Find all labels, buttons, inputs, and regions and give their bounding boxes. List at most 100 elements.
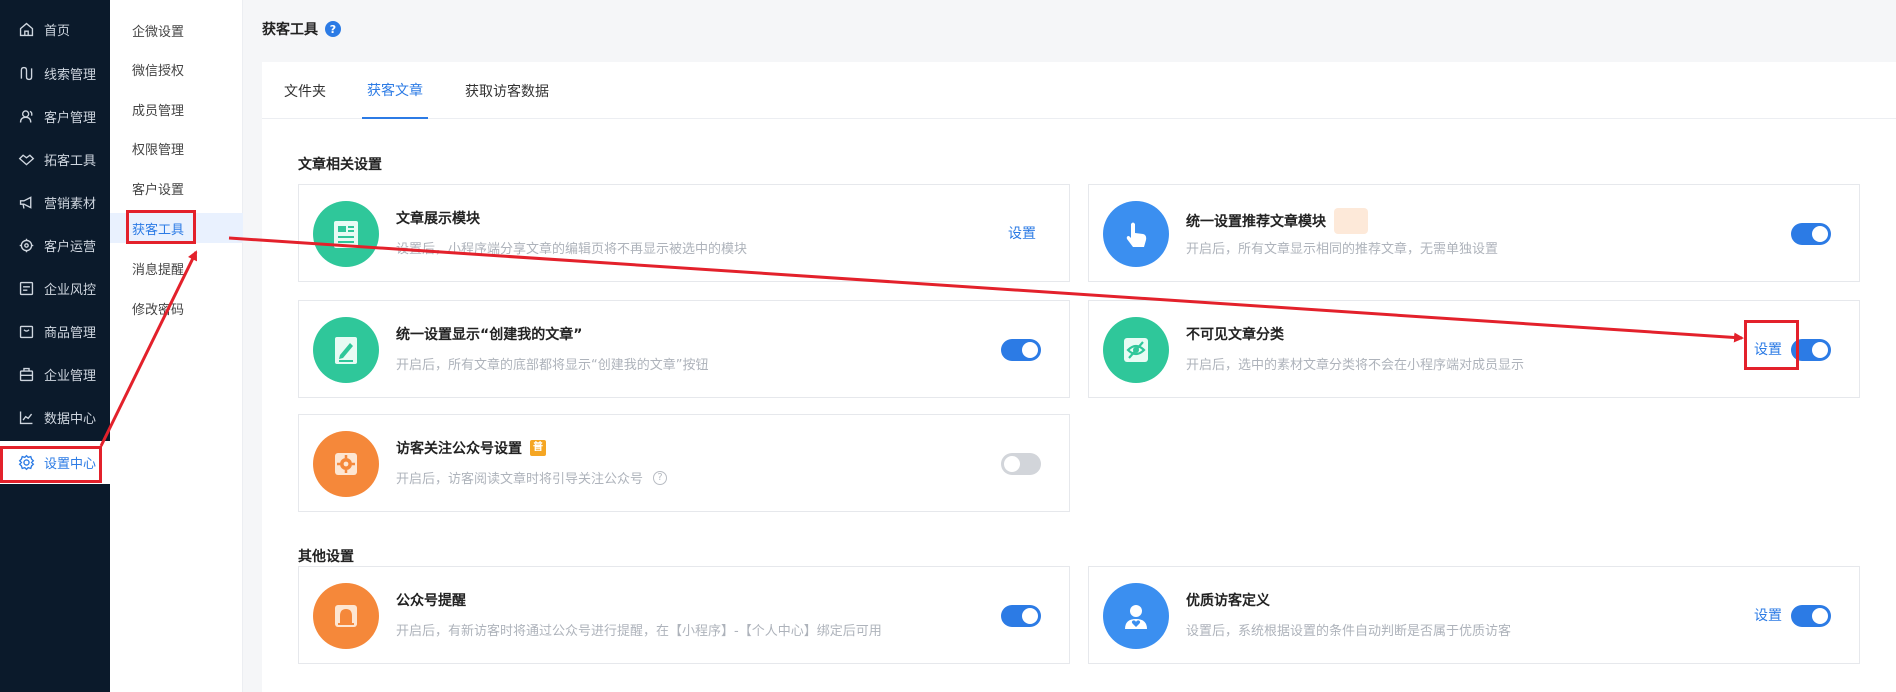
card-description: 开启后，所有文章的底部都将显示“创建我的文章”按钮 [396, 358, 709, 373]
blurred-badge [1334, 208, 1368, 234]
card-description: 开启后，有新访客时将通过公众号进行提醒，在【小程序】-【个人中心】绑定后可用 [396, 624, 882, 639]
card-description: 设置后，系统根据设置的条件自动判断是否属于优质访客 [1186, 624, 1512, 639]
gear-icon [16, 453, 36, 473]
card-recommend-module: 统一设置推荐文章模块 开启后，所有文章显示相同的推荐文章，无需单独设置 [1088, 184, 1860, 282]
card-follow-official: 访客关注公众号设置 普 开启后，访客阅读文章时将引导关注公众号 ? [298, 414, 1070, 512]
follow-official-toggle[interactable] [1001, 453, 1041, 475]
clue-icon [16, 64, 36, 84]
sidebar-item-customers[interactable]: 客户管理 [0, 95, 110, 138]
premium-tag: 普 [530, 440, 546, 456]
main-sidebar: 首页 线索管理 客户管理 拓客工具 营销素材 客户运营 企业风控 商品管理 企业… [0, 0, 110, 692]
invisible-category-settings-link[interactable]: 设置 [1754, 339, 1782, 359]
settings-submenu: 企微设置 微信授权 成员管理 权限管理 客户设置 获客工具 消息提醒 修改密码 [110, 0, 243, 692]
toggle-knob [1812, 342, 1828, 358]
sidebar-item-materials[interactable]: 营销素材 [0, 181, 110, 224]
main-panel: 文件夹 获客文章 获取访客数据 文章相关设置 文章展示模块 设置后，小程序端分享… [262, 62, 1896, 692]
sidebar-item-home[interactable]: 首页 [0, 8, 110, 51]
question-icon[interactable]: ? [653, 470, 668, 485]
card-title: 不可见文章分类 [1186, 327, 1284, 343]
tab-visitor-data[interactable]: 获取访客数据 [465, 62, 549, 119]
megaphone-icon [16, 193, 36, 213]
toggle-knob [1022, 608, 1038, 624]
section-title-article: 文章相关设置 [298, 157, 382, 173]
sidebar-item-data[interactable]: 数据中心 [0, 396, 110, 439]
official-remind-toggle[interactable] [1001, 605, 1041, 627]
card-title-row: 统一设置推荐文章模块 [1186, 208, 1368, 234]
submenu-item-change-password[interactable]: 修改密码 [110, 293, 243, 323]
card-quality-visitor: 优质访客定义 设置后，系统根据设置的条件自动判断是否属于优质访客 设置 [1088, 566, 1860, 664]
tab-bar: 文件夹 获客文章 获取访客数据 [262, 62, 1896, 119]
quality-visitor-toggle[interactable] [1791, 605, 1831, 627]
toggle-knob [1812, 226, 1828, 242]
submenu-item-wecom[interactable]: 企微设置 [110, 15, 243, 45]
sidebar-item-label: 客户运营 [44, 240, 97, 255]
section-title-other: 其他设置 [298, 549, 354, 565]
card-title: 公众号提醒 [396, 593, 466, 609]
sidebar-item-label: 首页 [44, 24, 71, 39]
card-title: 统一设置推荐文章模块 [1186, 214, 1326, 230]
submenu-item-members[interactable]: 成员管理 [110, 94, 243, 124]
bell-icon [313, 583, 379, 649]
sidebar-item-clues[interactable]: 线索管理 [0, 52, 110, 95]
recommend-module-toggle[interactable] [1791, 223, 1831, 245]
gear-badge-icon [313, 431, 379, 497]
sidebar-item-label: 客户管理 [44, 111, 97, 126]
toggle-knob [1004, 456, 1020, 472]
sidebar-item-label: 数据中心 [44, 412, 97, 427]
help-icon[interactable]: ? [325, 21, 341, 37]
user-heart-icon [1103, 583, 1169, 649]
card-description-row: 开启后，访客阅读文章时将引导关注公众号 ? [396, 468, 668, 487]
card-description: 开启后，访客阅读文章时将引导关注公众号 [396, 472, 644, 487]
operations-icon [16, 236, 36, 256]
sidebar-item-settings[interactable]: 设置中心 [0, 441, 110, 484]
sidebar-item-label: 商品管理 [44, 326, 97, 341]
display-module-settings-link[interactable]: 设置 [1008, 223, 1036, 243]
card-title-row: 访客关注公众号设置 普 [396, 438, 546, 458]
card-title: 优质访客定义 [1186, 593, 1270, 609]
card-display-module: 文章展示模块 设置后，小程序端分享文章的编辑页将不再显示被选中的模块 设置 [298, 184, 1070, 282]
card-description: 开启后，选中的素材文章分类将不会在小程序端对成员显示 [1186, 358, 1525, 373]
tab-folder[interactable]: 文件夹 [284, 62, 326, 119]
customers-icon [16, 107, 36, 127]
quality-visitor-settings-link[interactable]: 设置 [1754, 605, 1782, 625]
sidebar-item-tools[interactable]: 拓客工具 [0, 138, 110, 181]
card-title: 访客关注公众号设置 [396, 441, 522, 457]
submenu-item-customer-settings[interactable]: 客户设置 [110, 173, 243, 203]
sidebar-item-risk[interactable]: 企业风控 [0, 267, 110, 310]
card-description: 开启后，所有文章显示相同的推荐文章，无需单独设置 [1186, 242, 1499, 257]
page-title-text: 获客工具 [262, 22, 318, 38]
page-title: 获客工具 ? [262, 19, 341, 39]
invisible-category-toggle[interactable] [1791, 339, 1831, 361]
toggle-knob [1812, 608, 1828, 624]
sidebar-item-products[interactable]: 商品管理 [0, 310, 110, 353]
card-title: 文章展示模块 [396, 211, 480, 227]
hand-pointer-icon [1103, 201, 1169, 267]
sidebar-item-operations[interactable]: 客户运营 [0, 224, 110, 267]
home-icon [16, 20, 36, 40]
eye-off-icon [1103, 317, 1169, 383]
card-description: 设置后，小程序端分享文章的编辑页将不再显示被选中的模块 [396, 242, 748, 257]
chart-line-icon [16, 408, 36, 428]
card-invisible-category: 不可见文章分类 开启后，选中的素材文章分类将不会在小程序端对成员显示 设置 [1088, 300, 1860, 398]
article-layout-icon [313, 201, 379, 267]
sidebar-item-label: 营销素材 [44, 197, 97, 212]
edit-document-icon [313, 317, 379, 383]
sidebar-item-label: 线索管理 [44, 68, 97, 83]
card-title: 统一设置显示“创建我的文章” [396, 327, 583, 343]
sidebar-item-enterprise[interactable]: 企业管理 [0, 353, 110, 396]
submenu-item-permissions[interactable]: 权限管理 [110, 133, 243, 163]
card-create-my-article: 统一设置显示“创建我的文章” 开启后，所有文章的底部都将显示“创建我的文章”按钮 [298, 300, 1070, 398]
toggle-knob [1022, 342, 1038, 358]
tab-articles[interactable]: 获客文章 [362, 62, 428, 119]
product-icon [16, 322, 36, 342]
sidebar-item-label: 企业风控 [44, 283, 97, 298]
submenu-item-wechat-auth[interactable]: 微信授权 [110, 54, 243, 84]
sidebar-item-label: 企业管理 [44, 369, 97, 384]
submenu-item-acquisition-tools[interactable]: 获客工具 [110, 213, 243, 243]
submenu-item-notifications[interactable]: 消息提醒 [110, 253, 243, 283]
sidebar-item-label: 拓客工具 [44, 154, 97, 169]
handshake-icon [16, 150, 36, 170]
card-official-remind: 公众号提醒 开启后，有新访客时将通过公众号进行提醒，在【小程序】-【个人中心】绑… [298, 566, 1070, 664]
create-my-article-toggle[interactable] [1001, 339, 1041, 361]
enterprise-icon [16, 365, 36, 385]
